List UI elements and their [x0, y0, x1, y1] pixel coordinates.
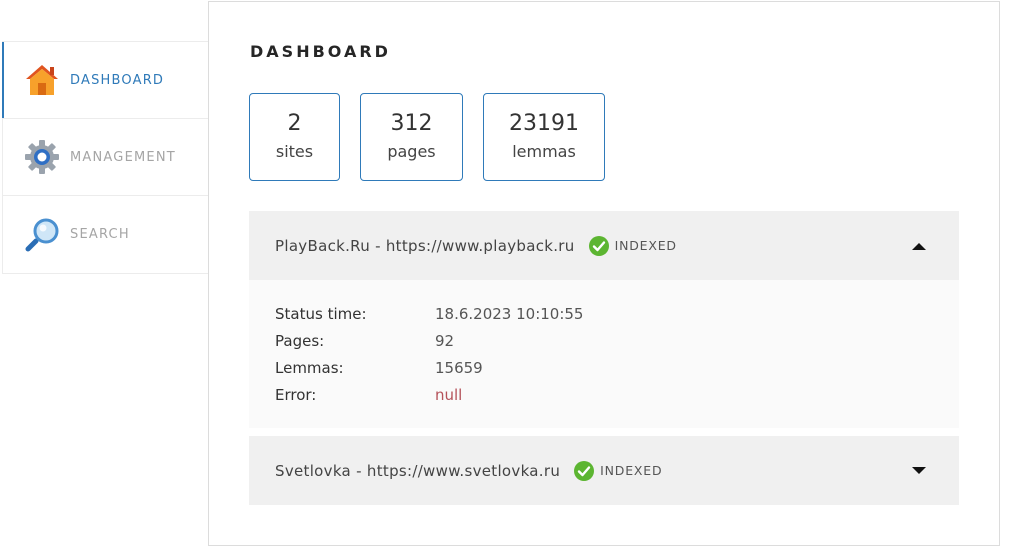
expand-arrow-icon[interactable] [911, 466, 927, 476]
sidebar-item-label: SEARCH [70, 227, 130, 242]
stat-card-pages: 312 pages [360, 93, 463, 181]
stat-label: sites [275, 142, 314, 161]
site-header[interactable]: Svetlovka - https://www.svetlovka.ru IND… [249, 436, 959, 505]
sidebar-item-dashboard[interactable]: DASHBOARD [2, 42, 208, 119]
gear-icon [24, 139, 60, 175]
check-circle-icon [574, 460, 595, 481]
stat-card-sites: 2 sites [249, 93, 340, 181]
detail-row: Lemmas: 15659 [275, 354, 933, 381]
sidebar-item-management[interactable]: MANAGEMENT [3, 119, 208, 196]
status-badge: INDEXED [614, 238, 677, 253]
home-icon [24, 62, 60, 98]
stat-label: pages [387, 142, 436, 161]
status-badge: INDEXED [600, 463, 663, 478]
page-title: DASHBOARD [250, 42, 391, 61]
detail-value: 15659 [435, 358, 483, 377]
stat-value: 23191 [509, 111, 579, 136]
stat-value: 2 [287, 111, 302, 136]
detail-value: 18.6.2023 10:10:55 [435, 304, 584, 323]
magnifier-icon [24, 217, 60, 253]
detail-key: Lemmas: [275, 358, 344, 377]
site-details: Status time: 18.6.2023 10:10:55 Pages: 9… [249, 280, 959, 428]
check-circle-icon [588, 235, 609, 256]
sidebar: DASHBOARD MANAGEMENT SEARCH [2, 41, 208, 274]
detail-key: Error: [275, 385, 317, 404]
detail-key: Status time: [275, 304, 367, 323]
stat-value: 312 [390, 111, 433, 136]
site-accordion-item: PlayBack.Ru - https://www.playback.ru IN… [249, 211, 959, 428]
detail-row: Error: null [275, 381, 933, 408]
stats-row: 2 sites 312 pages 23191 lemmas [249, 93, 625, 181]
collapse-arrow-icon[interactable] [911, 241, 927, 251]
detail-row: Pages: 92 [275, 327, 933, 354]
sidebar-item-search[interactable]: SEARCH [3, 196, 208, 273]
site-accordion-item: Svetlovka - https://www.svetlovka.ru IND… [249, 436, 959, 505]
error-value: null [435, 385, 463, 404]
detail-row: Status time: 18.6.2023 10:10:55 [275, 300, 933, 327]
detail-value: 92 [435, 331, 455, 350]
sidebar-item-label: DASHBOARD [70, 72, 165, 88]
site-name: Svetlovka - https://www.svetlovka.ru [275, 461, 561, 480]
stat-label: lemmas [512, 142, 576, 161]
site-name: PlayBack.Ru - https://www.playback.ru [275, 236, 575, 255]
site-header[interactable]: PlayBack.Ru - https://www.playback.ru IN… [249, 211, 959, 280]
dashboard-panel: DASHBOARD 2 sites 312 pages 23191 lemmas… [208, 1, 1000, 546]
stat-card-lemmas: 23191 lemmas [483, 93, 605, 181]
sidebar-item-label: MANAGEMENT [70, 149, 176, 165]
detail-key: Pages: [275, 331, 325, 350]
